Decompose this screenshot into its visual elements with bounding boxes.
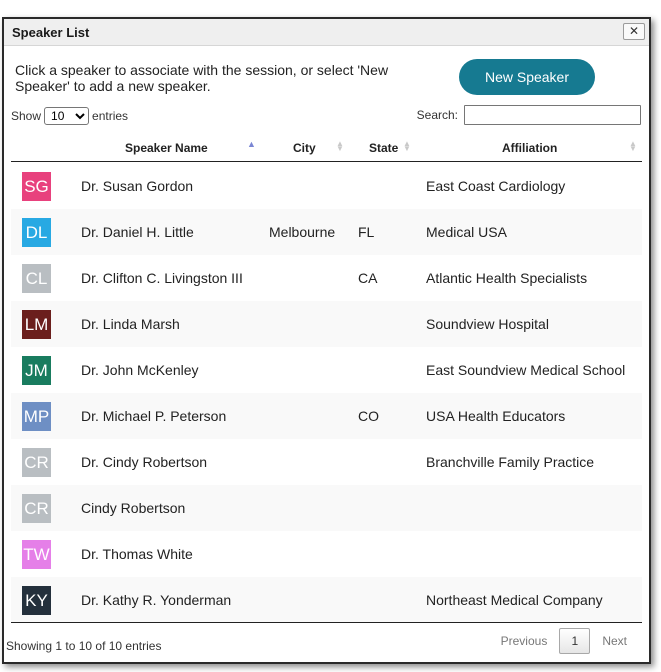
search-label: Search:	[416, 108, 458, 122]
new-speaker-button[interactable]: New Speaker	[459, 59, 595, 95]
avatar: CR	[22, 494, 51, 523]
city-cell: Melbourne	[269, 224, 336, 240]
search-input[interactable]	[464, 105, 641, 125]
close-button[interactable]: ✕	[623, 23, 645, 40]
table-row[interactable]: CR Cindy Robertson	[11, 485, 642, 531]
show-label: Show	[11, 109, 42, 123]
speaker-name-cell: Cindy Robertson	[81, 500, 186, 516]
avatar: KY	[22, 586, 51, 615]
speaker-name-cell: Dr. Linda Marsh	[81, 316, 180, 332]
table-row[interactable]: LM Dr. Linda Marsh Soundview Hospital	[11, 301, 642, 347]
avatar: JM	[22, 356, 51, 385]
affiliation-cell: Branchville Family Practice	[426, 454, 595, 470]
column-header-state[interactable]: State	[369, 141, 398, 155]
column-header-affiliation[interactable]: Affiliation	[502, 141, 557, 155]
avatar: SG	[22, 172, 51, 201]
avatar: DL	[22, 218, 51, 247]
speaker-name-cell: Dr. John McKenley	[81, 362, 199, 378]
speaker-name-cell: Dr. Michael P. Peterson	[81, 408, 227, 424]
speaker-table-body: SG Dr. Susan Gordon East Coast Cardiolog…	[11, 163, 642, 623]
affiliation-cell: Atlantic Health Specialists	[426, 270, 588, 286]
state-cell: FL	[358, 224, 375, 240]
sort-both-icon[interactable]: ▲ ▼	[403, 140, 411, 153]
entries-label: entries	[92, 109, 129, 123]
speaker-name-cell: Dr. Daniel H. Little	[81, 224, 194, 240]
avatar: CL	[22, 264, 51, 293]
previous-button[interactable]: Previous	[489, 634, 560, 648]
next-button[interactable]: Next	[590, 634, 639, 648]
page-1-button[interactable]: 1	[559, 628, 591, 654]
avatar: LM	[22, 310, 51, 339]
table-row[interactable]: CL Dr. Clifton C. Livingston III CA Atla…	[11, 255, 642, 301]
dialog-title: Speaker List	[12, 25, 90, 40]
speaker-list-dialog: Speaker List ✕ Click a speaker to associ…	[2, 17, 651, 664]
speaker-name-cell: Dr. Clifton C. Livingston III	[81, 270, 243, 286]
affiliation-cell: Medical USA	[426, 224, 507, 240]
sort-both-icon[interactable]: ▲ ▼	[336, 140, 344, 153]
affiliation-cell: Northeast Medical Company	[426, 592, 603, 608]
entries-length-select[interactable]: 10	[44, 107, 90, 125]
affiliation-cell: East Soundview Medical School	[426, 362, 626, 378]
speaker-name-cell: Dr. Kathy R. Yonderman	[81, 592, 232, 608]
affiliation-cell: USA Health Educators	[426, 408, 566, 424]
sort-ascending-icon[interactable]: ▲	[247, 140, 256, 149]
avatar: CR	[22, 448, 51, 477]
affiliation-cell: Soundview Hospital	[426, 316, 549, 332]
search-control: Search:	[417, 105, 641, 125]
speaker-name-cell: Dr. Susan Gordon	[81, 178, 194, 194]
intro-text: Click a speaker to associate with the se…	[15, 62, 389, 94]
table-footer-border	[11, 622, 642, 623]
speaker-name-cell: Dr. Cindy Robertson	[81, 454, 208, 470]
state-cell: CO	[358, 408, 379, 424]
table-header: Speaker Name ▲ City ▲ ▼ State ▲ ▼ Affiliat…	[11, 132, 642, 162]
avatar: MP	[22, 402, 51, 431]
column-header-speaker-name[interactable]: Speaker Name	[125, 141, 208, 155]
table-info: Showing 1 to 10 of 10 entries	[6, 639, 162, 653]
close-icon: ✕	[628, 24, 640, 38]
table-row[interactable]: JM Dr. John McKenley East Soundview Medi…	[11, 347, 642, 393]
table-row[interactable]: DL Dr. Daniel H. Little Melbourne FL Med…	[11, 209, 642, 255]
speaker-name-cell: Dr. Thomas White	[81, 546, 193, 562]
avatar: TW	[22, 540, 51, 569]
table-row[interactable]: CR Dr. Cindy Robertson Branchville Famil…	[11, 439, 642, 485]
table-row[interactable]: TW Dr. Thomas White	[11, 531, 642, 577]
table-row[interactable]: KY Dr. Kathy R. Yonderman Northeast Medi…	[11, 577, 642, 623]
entries-length-control: Show 10 entries	[11, 107, 128, 125]
table-row[interactable]: MP Dr. Michael P. Peterson CO USA Health…	[11, 393, 642, 439]
affiliation-cell: East Coast Cardiology	[426, 178, 566, 194]
column-header-city[interactable]: City	[293, 141, 316, 155]
sort-both-icon[interactable]: ▲ ▼	[629, 140, 637, 153]
dialog-titlebar: Speaker List ✕	[4, 19, 649, 46]
table-row[interactable]: SG Dr. Susan Gordon East Coast Cardiolog…	[11, 163, 642, 209]
state-cell: CA	[358, 270, 378, 286]
pagination: Previous 1 Next	[489, 628, 639, 654]
